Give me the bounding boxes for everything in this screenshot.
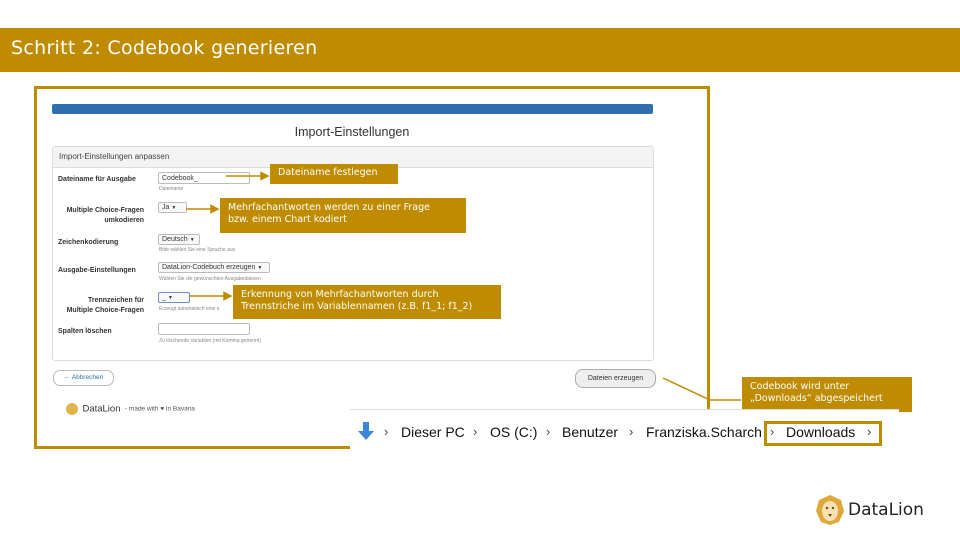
callout-separator-line1: Erkennung von Mehrfachantworten durch <box>241 289 439 300</box>
callout-multiple-choice-line2: bzw. einem Chart kodiert <box>228 214 347 225</box>
callout-downloads-line2: „Downloads“ abgespeichert <box>750 393 883 404</box>
callout-connectors <box>186 171 741 401</box>
chevron-right-icon: › <box>629 424 634 439</box>
breadcrumb-item-user[interactable]: Franziska.Scharch <box>646 424 762 440</box>
lion-logo-icon <box>816 495 844 525</box>
chevron-right-icon: › <box>546 424 551 439</box>
callout-filename: Dateiname festlegen <box>270 164 398 184</box>
brand-name: DataLion <box>848 500 924 520</box>
callout-multiple-choice-line1: Mehrfachantworten werden zu einer Frage <box>228 202 430 213</box>
chevron-right-icon: › <box>473 424 478 439</box>
downloads-highlight <box>764 421 882 446</box>
breadcrumb-item-os-c[interactable]: OS (C:) <box>490 424 537 440</box>
callout-downloads: Codebook wird unter „Downloads“ abgespei… <box>742 377 912 412</box>
breadcrumb-item-benutzer[interactable]: Benutzer <box>562 424 618 440</box>
callout-separator-line2: Trennstriche im Variablennamen (z.B. f1_… <box>241 301 473 312</box>
callout-separator: Erkennung von Mehrfachantworten durch Tr… <box>233 285 501 319</box>
callout-multiple-choice: Mehrfachantworten werden zu einer Frage … <box>220 198 466 233</box>
callout-downloads-line1: Codebook wird unter <box>750 381 850 392</box>
breadcrumb-item-dieser-pc[interactable]: Dieser PC <box>401 424 465 440</box>
arrow-down-icon <box>358 422 374 440</box>
chevron-right-icon: › <box>384 424 389 439</box>
